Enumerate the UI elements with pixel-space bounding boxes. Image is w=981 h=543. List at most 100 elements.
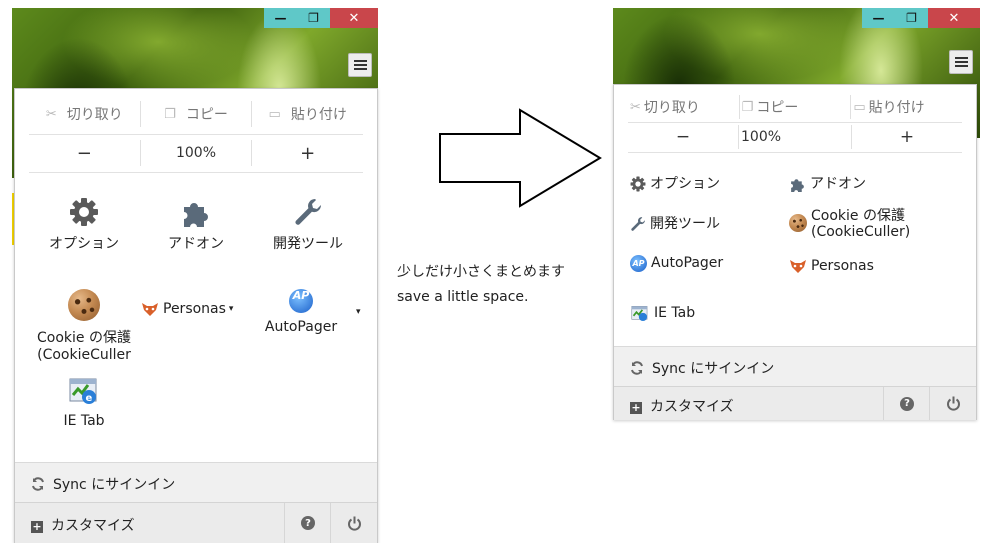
plus-icon: +	[630, 401, 642, 414]
addons-label: アドオン	[810, 176, 866, 192]
cut-button[interactable]: ✂ 切り取り	[628, 95, 740, 119]
caption-english: save a little space.	[397, 289, 529, 305]
minimize-button[interactable]: —	[862, 8, 895, 28]
autopager-icon: AP	[630, 255, 647, 272]
sync-icon	[32, 477, 44, 491]
options-button[interactable]: オプション	[29, 197, 139, 253]
divider	[29, 172, 363, 173]
paste-label: 貼り付け	[290, 107, 347, 123]
power-icon	[946, 396, 960, 411]
copy-button[interactable]: ❐ コピー	[740, 95, 852, 119]
sync-label: Sync にサインイン	[53, 477, 176, 493]
customize-button[interactable]: + カスタマイズ	[630, 396, 734, 416]
devtools-label: 開発ツール	[650, 216, 720, 232]
ie-tab-icon: e	[69, 378, 97, 404]
right-arrow-graphic	[439, 108, 602, 208]
edit-controls: ✂ 切り取り ❐ コピー ▭ 貼り付け	[29, 101, 363, 127]
paste-button[interactable]: ▭ 貼り付け	[252, 101, 363, 127]
ie-tab-icon	[631, 306, 648, 322]
customize-footer: + カスタマイズ ?	[614, 386, 976, 420]
wrench-icon	[295, 199, 322, 225]
quit-button[interactable]	[929, 387, 976, 420]
window-controls: — ❐ ✕	[862, 8, 980, 28]
addons-label: アドオン	[168, 236, 224, 252]
cookieculler-label-line1: Cookie の保護	[811, 208, 905, 224]
sync-footer[interactable]: Sync にサインイン	[614, 346, 976, 386]
menu-button[interactable]	[949, 50, 973, 74]
restore-button[interactable]: ❐	[297, 8, 330, 28]
personas-button[interactable]: Personas ▾	[141, 301, 233, 317]
menu-panel-after: ✂ 切り取り ❐ コピー ▭ 貼り付け − 100% + オプション アドオン …	[613, 84, 977, 420]
zoom-out-button[interactable]: −	[29, 140, 141, 166]
cookieculler-button[interactable]: Cookie の保護 (CookieCuller)	[789, 208, 910, 240]
copy-label: コピー	[756, 100, 799, 116]
addons-button[interactable]: アドオン	[789, 176, 866, 192]
zoom-in-button[interactable]: +	[852, 125, 962, 149]
gear-icon	[630, 176, 646, 192]
personas-label: Personas	[163, 301, 226, 317]
devtools-button[interactable]: 開発ツール	[253, 197, 363, 253]
sync-footer[interactable]: Sync にサインイン	[15, 462, 377, 502]
customize-label: カスタマイズ	[650, 399, 734, 415]
ietab-button[interactable]: IE Tab	[630, 305, 695, 323]
fox-mask-icon	[142, 303, 158, 316]
wrench-icon	[631, 217, 645, 231]
restore-button[interactable]: ❐	[895, 8, 928, 28]
customize-footer: + カスタマイズ ?	[15, 502, 377, 543]
clipboard-icon: ▭	[853, 99, 866, 115]
paste-button[interactable]: ▭ 貼り付け	[851, 95, 962, 119]
ietab-label: IE Tab	[654, 305, 696, 321]
cut-label: 切り取り	[643, 100, 700, 116]
autopager-button[interactable]: AP AutoPager	[630, 255, 723, 272]
autopager-dropdown-arrow-icon[interactable]: ▾	[356, 307, 361, 317]
cookie-icon	[68, 289, 100, 321]
svg-text:e: e	[86, 393, 93, 404]
ietab-label: IE Tab	[63, 413, 105, 429]
cookieculler-label-line1: Cookie の保護	[37, 330, 131, 346]
personas-button[interactable]: Personas	[789, 258, 874, 274]
copy-button[interactable]: ❐ コピー	[141, 101, 253, 127]
cut-button[interactable]: ✂ 切り取り	[29, 101, 141, 127]
dropdown-arrow-icon[interactable]: ▾	[229, 301, 234, 317]
close-button[interactable]: ✕	[330, 8, 378, 28]
gear-icon	[70, 198, 98, 226]
options-label: オプション	[650, 176, 720, 192]
zoom-reset-button[interactable]: 100%	[141, 140, 253, 166]
cookie-icon	[789, 214, 807, 232]
close-button[interactable]: ✕	[928, 8, 980, 28]
caption-japanese: 少しだけ小さくまとめます	[397, 264, 565, 280]
help-button[interactable]: ?	[284, 503, 331, 543]
paste-label: 貼り付け	[868, 100, 925, 116]
minimize-button[interactable]: —	[264, 8, 297, 28]
autopager-label: AutoPager	[651, 255, 724, 271]
customize-button[interactable]: + カスタマイズ	[31, 515, 135, 535]
addons-button[interactable]: アドオン	[141, 197, 251, 253]
zoom-out-button[interactable]: −	[628, 125, 739, 149]
cut-label: 切り取り	[66, 107, 123, 123]
autopager-button[interactable]: AP AutoPager	[251, 289, 351, 335]
menu-panel-before: ✂ 切り取り ❐ コピー ▭ 貼り付け − 100% + オプション アドオン …	[14, 88, 378, 543]
divider	[628, 152, 962, 153]
customize-label: カスタマイズ	[51, 518, 135, 534]
puzzle-icon	[184, 203, 208, 227]
zoom-controls: − 100% +	[29, 140, 363, 166]
cookieculler-label-line2: (CookieCuller)	[811, 224, 911, 240]
scissors-icon: ✂	[630, 99, 641, 115]
scissors-icon: ✂	[45, 106, 57, 122]
divider	[29, 134, 363, 135]
autopager-label: AutoPager	[264, 319, 338, 335]
plus-icon: +	[31, 520, 43, 533]
power-icon	[347, 516, 361, 531]
quit-button[interactable]	[330, 503, 377, 543]
devtools-button[interactable]: 開発ツール	[630, 216, 720, 232]
ietab-button[interactable]: e IE Tab	[29, 377, 139, 429]
zoom-reset-button[interactable]: 100%	[739, 125, 852, 149]
clipboard-icon: ▭	[268, 106, 281, 122]
browser-window-after: — ❐ ✕ ✂ 切り取り ❐ コピー ▭ 貼り付け − 100% + オプション…	[613, 8, 980, 428]
zoom-in-button[interactable]: +	[252, 140, 363, 166]
help-button[interactable]: ?	[883, 387, 930, 420]
options-button[interactable]: オプション	[630, 176, 720, 192]
menu-button[interactable]	[348, 53, 372, 77]
cookieculler-button[interactable]: Cookie の保護 (CookieCuller	[29, 289, 139, 363]
personas-label: Personas	[811, 258, 874, 274]
